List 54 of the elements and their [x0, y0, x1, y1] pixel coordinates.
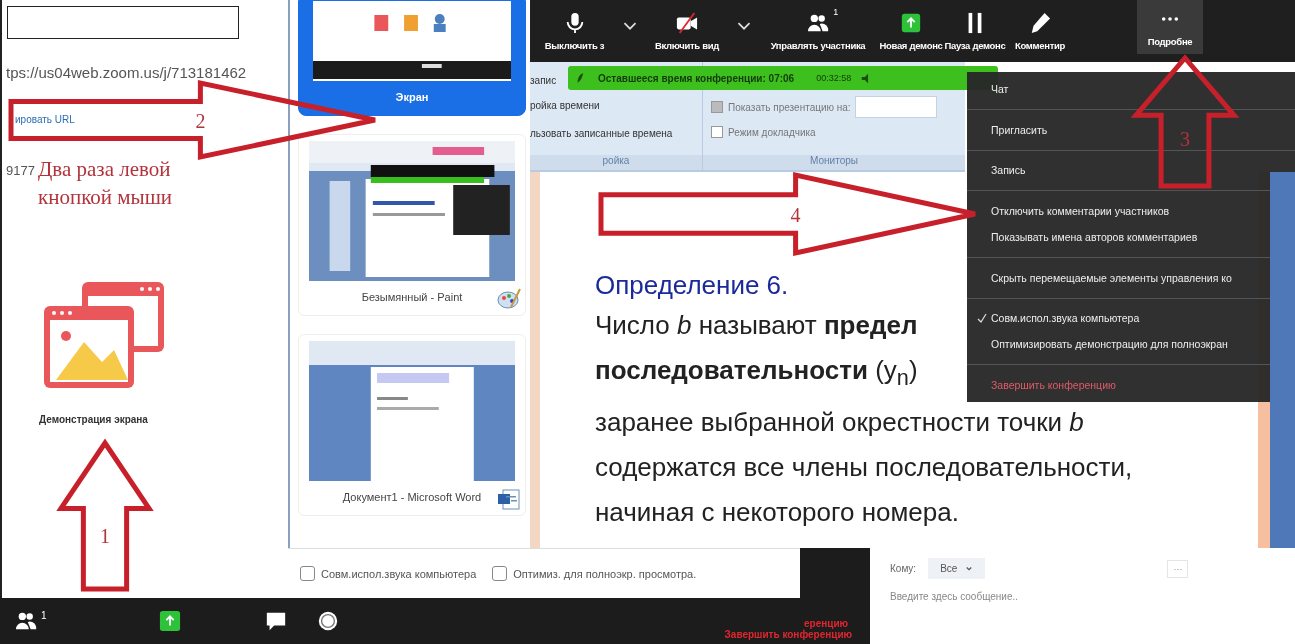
menu-item[interactable]: Завершить конференцию	[967, 372, 1124, 399]
toolbar-button[interactable]: Новая демонс	[879, 0, 943, 62]
more-button[interactable]: ···	[1167, 559, 1189, 578]
menu-item[interactable]: Совм.испол.звука компьютера	[967, 305, 1148, 332]
share-source-card[interactable]: Безымянный - Paint	[298, 134, 526, 316]
slide-text-line: содержатся все члены последовательности,	[595, 451, 1133, 485]
toolbar-button[interactable]: Комментир	[1007, 0, 1073, 62]
ribbon-checkbox[interactable]: Режим докладчика	[711, 126, 816, 138]
meeting-url: tps://us04web.zoom.us/j/713181462	[6, 64, 247, 81]
annotation-caption: Два раза левой кнопкой мыши	[38, 156, 174, 211]
ribbon-item[interactable]: запис	[530, 70, 557, 92]
menu-item[interactable]: Чат	[967, 76, 1017, 102]
menu-item[interactable]: Оптимизировать демонстрацию для полноэкран	[967, 331, 1236, 358]
slide-text-line: заранее выбранной окрестности точки b	[595, 406, 1084, 440]
ribbon-group-label: Мониторы	[703, 155, 965, 170]
share-screen-label: Демонстрация экрана	[39, 414, 148, 425]
menu-item[interactable]: Отключить комментарии участников	[967, 198, 1178, 224]
slide-text-line: Число b называют предел	[595, 309, 918, 342]
menu-item[interactable]: Показывать имена авторов комментариев	[967, 224, 1206, 250]
end-meeting-label: еренцию	[804, 618, 849, 629]
share-source-card[interactable]: Документ1 - Microsoft Word	[298, 334, 526, 516]
toolbar-button[interactable]: Пауза демонс	[943, 0, 1007, 62]
remaining-time: Оставшееся время конференции: 07:06	[598, 72, 795, 84]
menu-item[interactable]: Скрыть перемещаемые элементы управления ко	[967, 264, 1240, 291]
ribbon-item[interactable]: ройка времени	[530, 92, 600, 120]
copy-url-link[interactable]: ировать URL	[15, 114, 75, 125]
recipient-dropdown[interactable]: Все	[928, 558, 986, 579]
menu-item[interactable]: Пригласить	[967, 116, 1056, 143]
ribbon-checkbox[interactable]: Показать презентацию на:	[711, 101, 851, 113]
menu-item[interactable]: Запись	[967, 157, 1034, 184]
participant-count: 1	[41, 610, 47, 621]
ribbon-group-label: ройка	[530, 155, 702, 170]
participant-count: 1	[833, 6, 838, 17]
meeting-id: 9177	[6, 163, 35, 178]
toolbar-button[interactable]: Включить вид	[643, 0, 731, 62]
option-checkbox[interactable]: Совм.испол.звука компьютера	[300, 566, 477, 581]
share-source-card[interactable]: Экран	[298, 0, 526, 116]
share-source-label: Документ1 - Microsoft Word	[342, 490, 482, 505]
recipient-label: Кому:	[890, 563, 917, 574]
share-source-label: Экран	[395, 90, 429, 105]
toolbar-button[interactable]: Выключить з	[532, 0, 617, 62]
slide-text-line: начиная с некоторого номера.	[595, 496, 959, 530]
step-number: 4	[790, 204, 801, 226]
slide-title: Определение 6.	[595, 269, 789, 302]
step-number: 2	[195, 110, 206, 132]
share-source-label: Безымянный - Paint	[361, 290, 463, 305]
toolbar-button[interactable]: 1 Управлять участника	[757, 0, 879, 62]
step-number: 3	[1180, 128, 1190, 151]
ribbon-item[interactable]: льзовать записанные времена	[530, 120, 673, 148]
toolbar-button[interactable]: Подробне	[1137, 0, 1203, 54]
step-number: 1	[100, 525, 110, 548]
option-checkbox[interactable]: Оптимиз. для полноэкр. просмотра.	[492, 566, 697, 581]
slide-text-line: последовательности (y$_{n}$)	[595, 354, 918, 393]
elapsed-time: 00:32:58	[816, 73, 852, 83]
